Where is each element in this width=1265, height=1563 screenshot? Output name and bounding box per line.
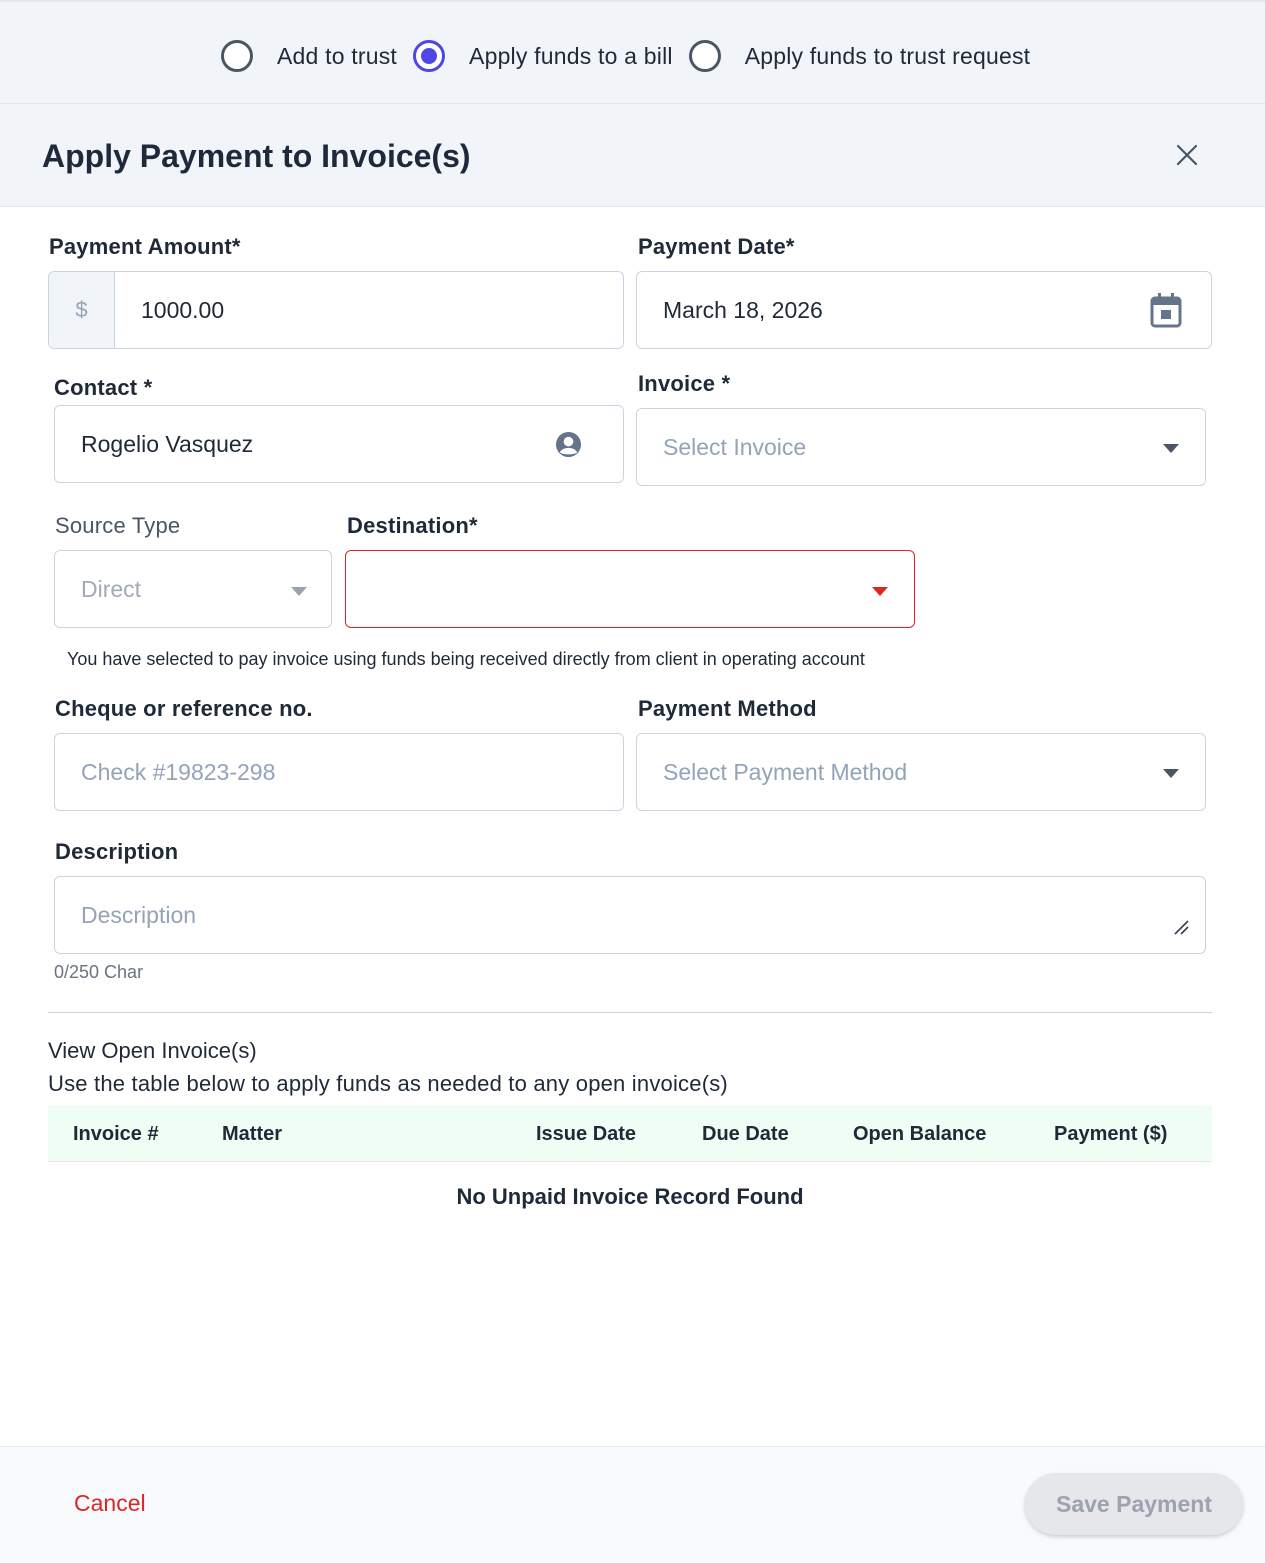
open-invoices-subtitle: Use the table below to apply funds as ne… [48, 1071, 728, 1096]
invoice-placeholder[interactable]: Select Invoice [663, 409, 806, 485]
radio-label[interactable]: Apply funds to trust request [745, 43, 1031, 70]
radio-apply-to-trust-request[interactable]: Apply funds to trust request [688, 40, 1031, 72]
payment-date-input[interactable]: March 18, 2026 [636, 271, 1212, 349]
section-divider [48, 1012, 1212, 1013]
source-type-label: Source Type [55, 513, 181, 538]
radio-circle[interactable] [221, 40, 253, 72]
calendar-icon[interactable] [1150, 292, 1182, 328]
radio-apply-to-bill[interactable]: Apply funds to a bill [413, 40, 673, 72]
radio-circle[interactable] [688, 40, 721, 72]
payment-type-bar: Add to trust Apply funds to a bill Apply… [0, 0, 1265, 104]
payment-date-value[interactable]: March 18, 2026 [663, 272, 823, 348]
resize-handle-icon[interactable] [1173, 919, 1189, 935]
chevron-down-icon [291, 587, 307, 596]
payment-amount-label: Payment Amount* [49, 234, 241, 259]
open-invoices-title: View Open Invoice(s) [48, 1038, 257, 1063]
description-label: Description [55, 839, 179, 864]
column-header-open-balance: Open Balance [853, 1122, 987, 1145]
radio-label[interactable]: Add to trust [277, 43, 397, 70]
chevron-down-icon[interactable] [872, 587, 888, 596]
reference-placeholder[interactable]: Check #19823-298 [81, 734, 275, 810]
user-circle-icon [555, 431, 582, 458]
description-placeholder[interactable]: Description [81, 877, 196, 953]
column-header-invoice: Invoice # [73, 1122, 159, 1145]
payment-date-label: Payment Date* [638, 234, 795, 259]
payment-type-radio-group: Add to trust Apply funds to a bill Apply… [221, 40, 1030, 72]
payment-amount-value[interactable]: 1000.00 [141, 272, 224, 348]
destination-label: Destination* [347, 513, 478, 538]
close-icon[interactable] [1170, 138, 1204, 172]
empty-table-message: No Unpaid Invoice Record Found [456, 1184, 804, 1209]
source-type-select: Direct [54, 550, 332, 628]
source-type-value: Direct [81, 575, 142, 602]
contact-input[interactable]: Rogelio Vasquez [54, 405, 624, 483]
invoice-label: Invoice * [638, 371, 731, 396]
chevron-down-icon[interactable] [1163, 769, 1179, 778]
dialog-header: Apply Payment to Invoice(s) [0, 104, 1265, 207]
reference-label: Cheque or reference no. [55, 696, 313, 721]
radio-circle-checked[interactable] [413, 40, 446, 72]
radio-add-to-trust[interactable]: Add to trust [221, 40, 397, 72]
column-header-matter: Matter [222, 1122, 283, 1145]
radio-label[interactable]: Apply funds to a bill [469, 43, 673, 70]
payment-method-select[interactable]: Select Payment Method [636, 733, 1206, 811]
save-payment-button[interactable]: Save Payment [1025, 1473, 1243, 1535]
reference-input[interactable]: Check #19823-298 [54, 733, 624, 811]
column-header-issue-date: Issue Date [536, 1122, 637, 1145]
payment-method-label: Payment Method [638, 696, 817, 721]
currency-prefix: $ [49, 272, 115, 348]
source-hint-text: You have selected to pay invoice using f… [67, 649, 865, 669]
contact-value[interactable]: Rogelio Vasquez [81, 406, 253, 482]
destination-select[interactable] [345, 550, 915, 628]
description-char-count: 0/250 Char [54, 962, 144, 982]
invoice-table-header: Invoice # Matter Issue Date Due Date Ope… [48, 1106, 1212, 1162]
invoice-select[interactable]: Select Invoice [636, 408, 1206, 486]
dialog-title: Apply Payment to Invoice(s) [42, 138, 471, 174]
description-textarea[interactable]: Description [54, 876, 1206, 954]
column-header-due-date: Due Date [702, 1122, 789, 1145]
contact-label: Contact * [54, 375, 153, 400]
chevron-down-icon[interactable] [1163, 444, 1179, 453]
payment-amount-input[interactable]: $ 1000.00 [48, 271, 624, 349]
column-header-payment: Payment ($) [1054, 1122, 1168, 1145]
payment-method-placeholder[interactable]: Select Payment Method [663, 734, 907, 810]
cancel-button[interactable]: Cancel [74, 1490, 146, 1517]
